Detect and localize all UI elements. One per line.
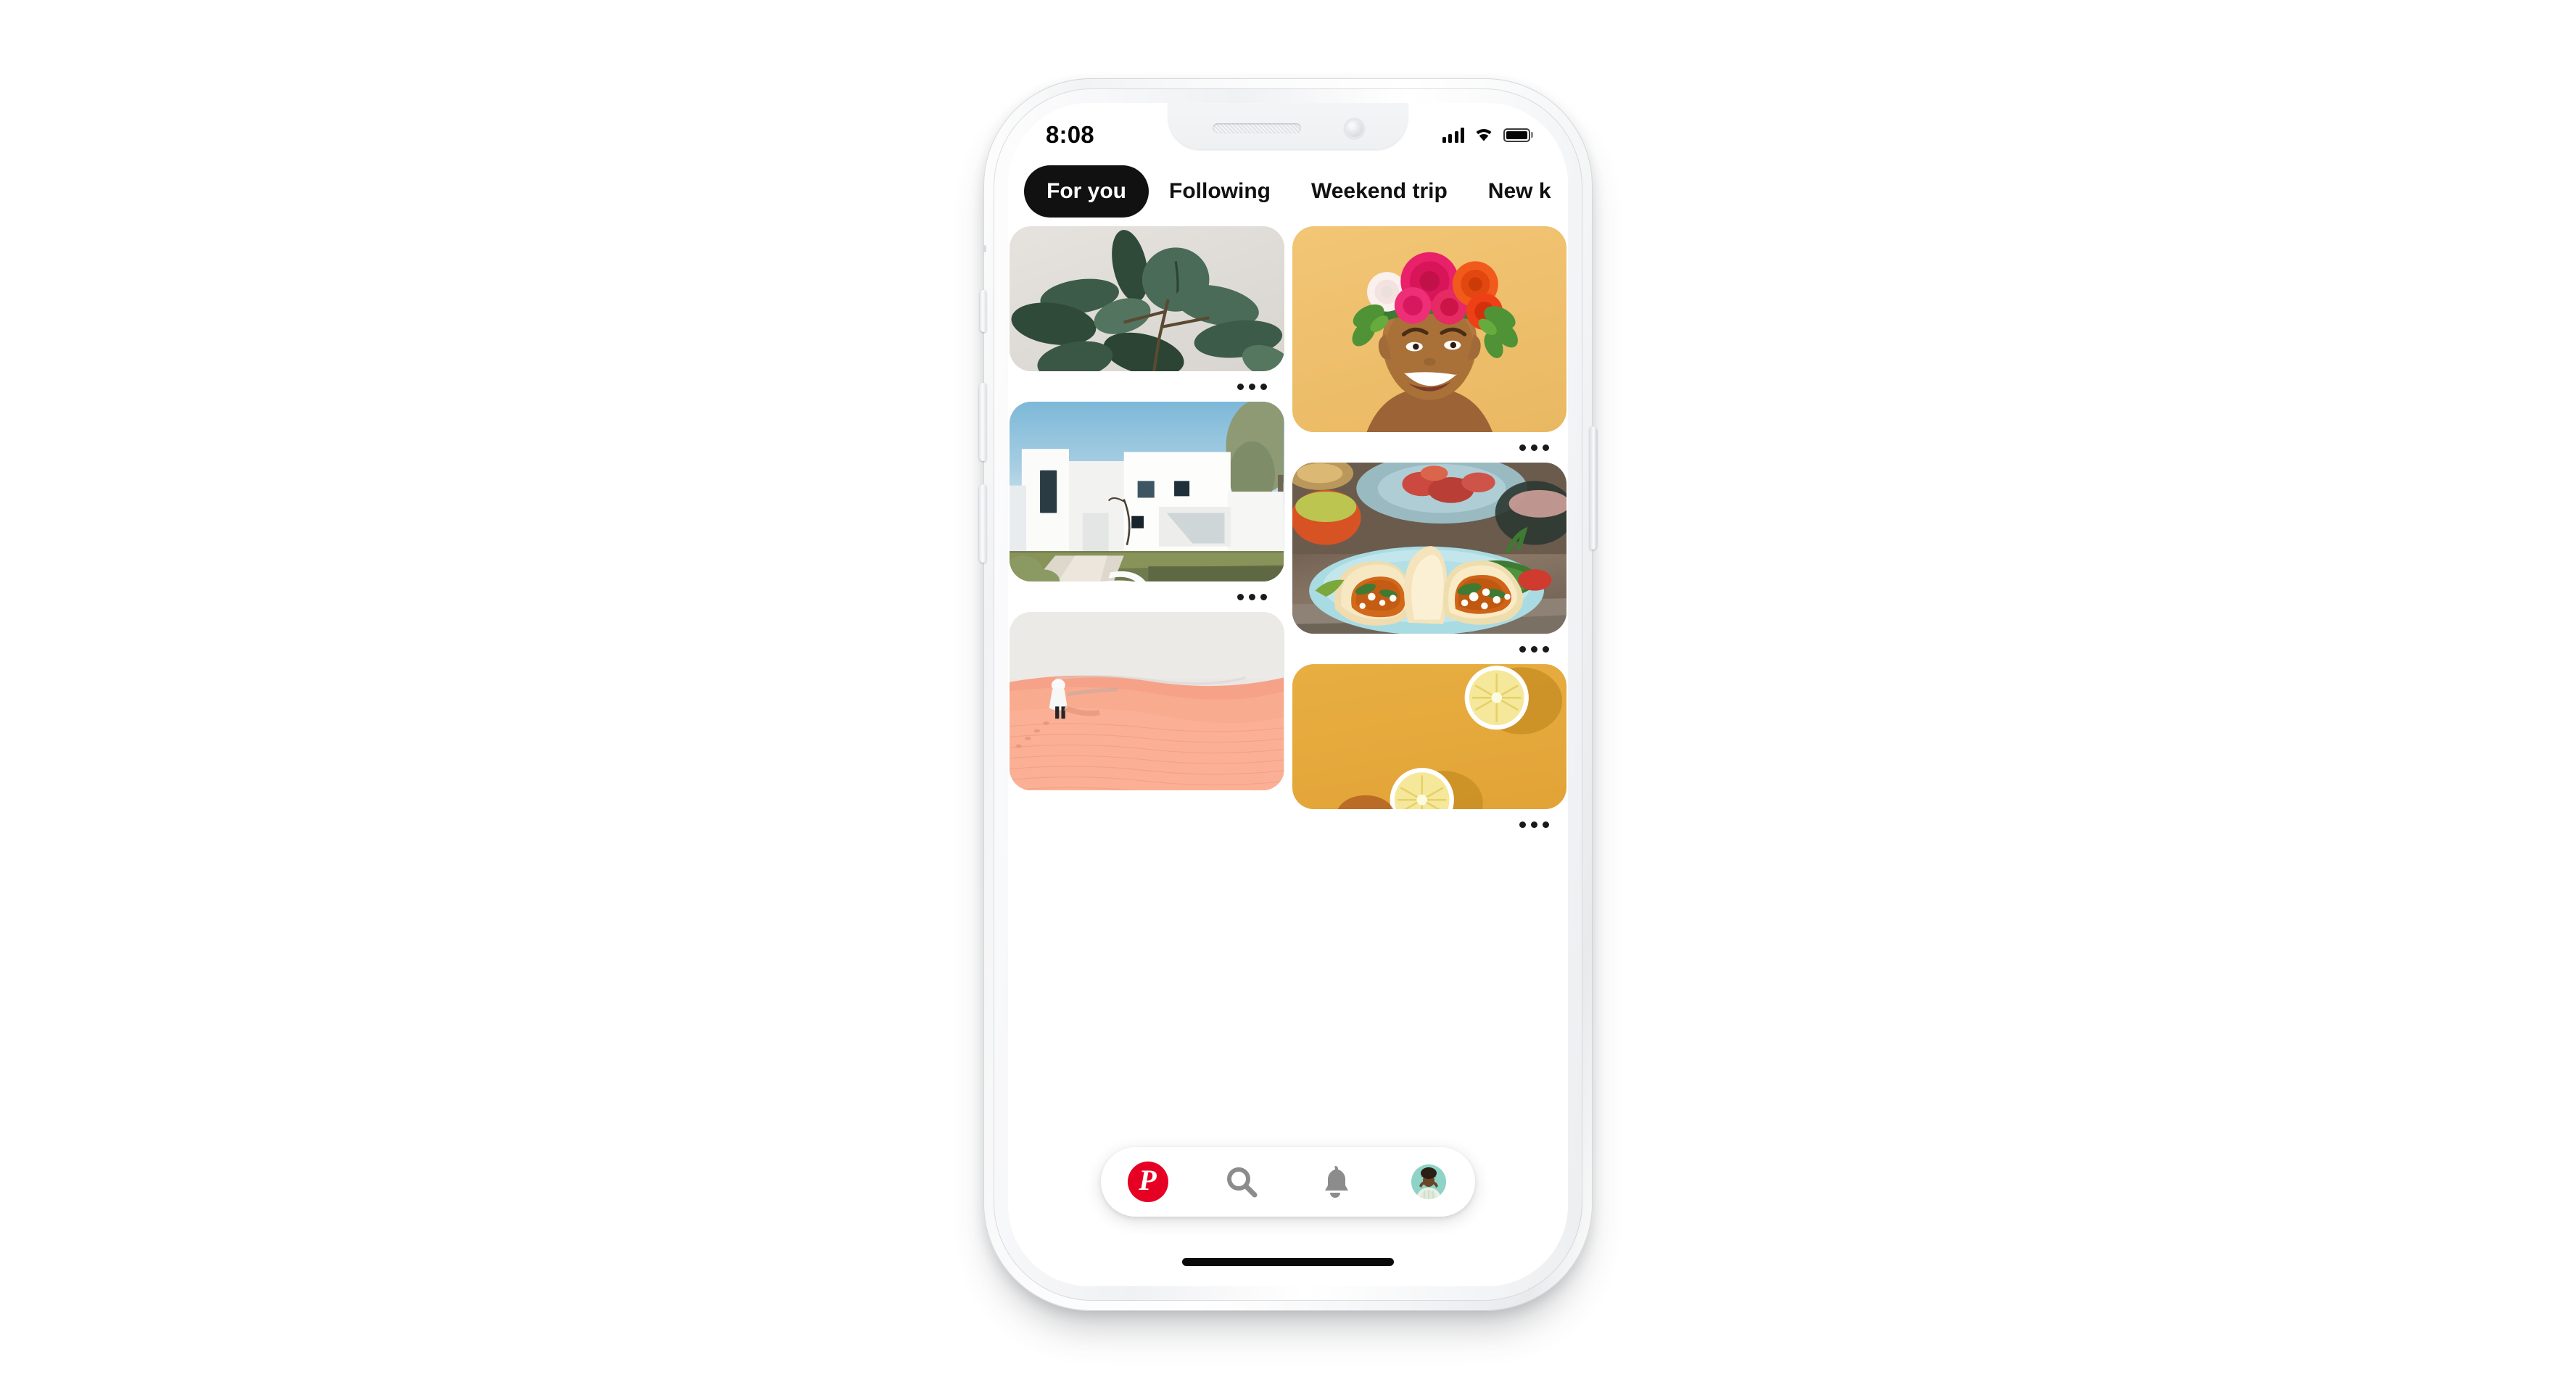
pin-card[interactable] <box>1292 463 1567 664</box>
pin-card[interactable] <box>1010 402 1284 612</box>
feed-column-left <box>1010 226 1284 1286</box>
phone-device: 8:08 For you Following Weekend trip New … <box>979 78 1597 1311</box>
battery-full-icon <box>1503 128 1533 142</box>
phone-screen: 8:08 For you Following Weekend trip New … <box>1008 103 1568 1286</box>
tab-for-you[interactable]: For you <box>1024 165 1149 218</box>
nav-home-button[interactable]: P <box>1123 1156 1173 1207</box>
pin-image-tacos[interactable] <box>1292 463 1566 634</box>
pin-card[interactable] <box>1010 226 1284 402</box>
avatar-icon[interactable] <box>1411 1164 1446 1199</box>
power-button[interactable] <box>1590 426 1597 550</box>
pin-card[interactable] <box>1292 226 1567 463</box>
bottom-navigation-bar[interactable]: P <box>1101 1147 1475 1217</box>
pin-overflow-menu-icon[interactable] <box>1292 809 1567 840</box>
nav-profile-button[interactable] <box>1403 1156 1454 1207</box>
pin-card[interactable] <box>1010 612 1284 790</box>
pin-overflow-menu-icon[interactable] <box>1292 634 1567 664</box>
volume-down-button[interactable] <box>979 484 986 563</box>
status-icons <box>1442 127 1533 143</box>
pin-image-lemons[interactable] <box>1292 664 1566 809</box>
wifi-icon <box>1476 128 1492 141</box>
pin-image-plant[interactable] <box>1010 226 1284 371</box>
pin-image-desert[interactable] <box>1010 612 1284 790</box>
tab-weekend-trip[interactable]: Weekend trip <box>1291 181 1468 202</box>
pinterest-logo-icon[interactable]: P <box>1127 1162 1168 1202</box>
pin-overflow-menu-icon[interactable] <box>1292 432 1567 463</box>
nav-notifications-button[interactable] <box>1310 1156 1361 1207</box>
signal-bars-icon <box>1442 127 1464 143</box>
home-indicator <box>1182 1258 1394 1266</box>
device-notch <box>1168 103 1408 149</box>
tab-following[interactable]: Following <box>1149 181 1291 202</box>
silent-switch-button[interactable] <box>980 290 986 332</box>
status-time: 8:08 <box>1046 121 1094 148</box>
frame-seam <box>983 245 986 252</box>
pin-feed[interactable] <box>1008 226 1568 1286</box>
nav-search-button[interactable] <box>1216 1156 1267 1207</box>
front-camera-icon <box>1344 118 1364 138</box>
pin-overflow-menu-icon[interactable] <box>1010 581 1284 612</box>
earpiece-speaker-icon <box>1212 123 1301 133</box>
pin-card[interactable] <box>1292 664 1567 840</box>
volume-up-button[interactable] <box>979 383 986 461</box>
category-tab-bar[interactable]: For you Following Weekend trip New k <box>1008 157 1568 226</box>
pin-overflow-menu-icon[interactable] <box>1010 371 1284 402</box>
pin-image-house[interactable] <box>1010 402 1284 581</box>
tab-new-k[interactable]: New k <box>1468 181 1568 202</box>
search-icon[interactable] <box>1223 1163 1260 1201</box>
pin-image-portrait[interactable] <box>1292 226 1566 432</box>
bell-icon[interactable] <box>1318 1163 1353 1201</box>
feed-column-right <box>1292 226 1567 1286</box>
